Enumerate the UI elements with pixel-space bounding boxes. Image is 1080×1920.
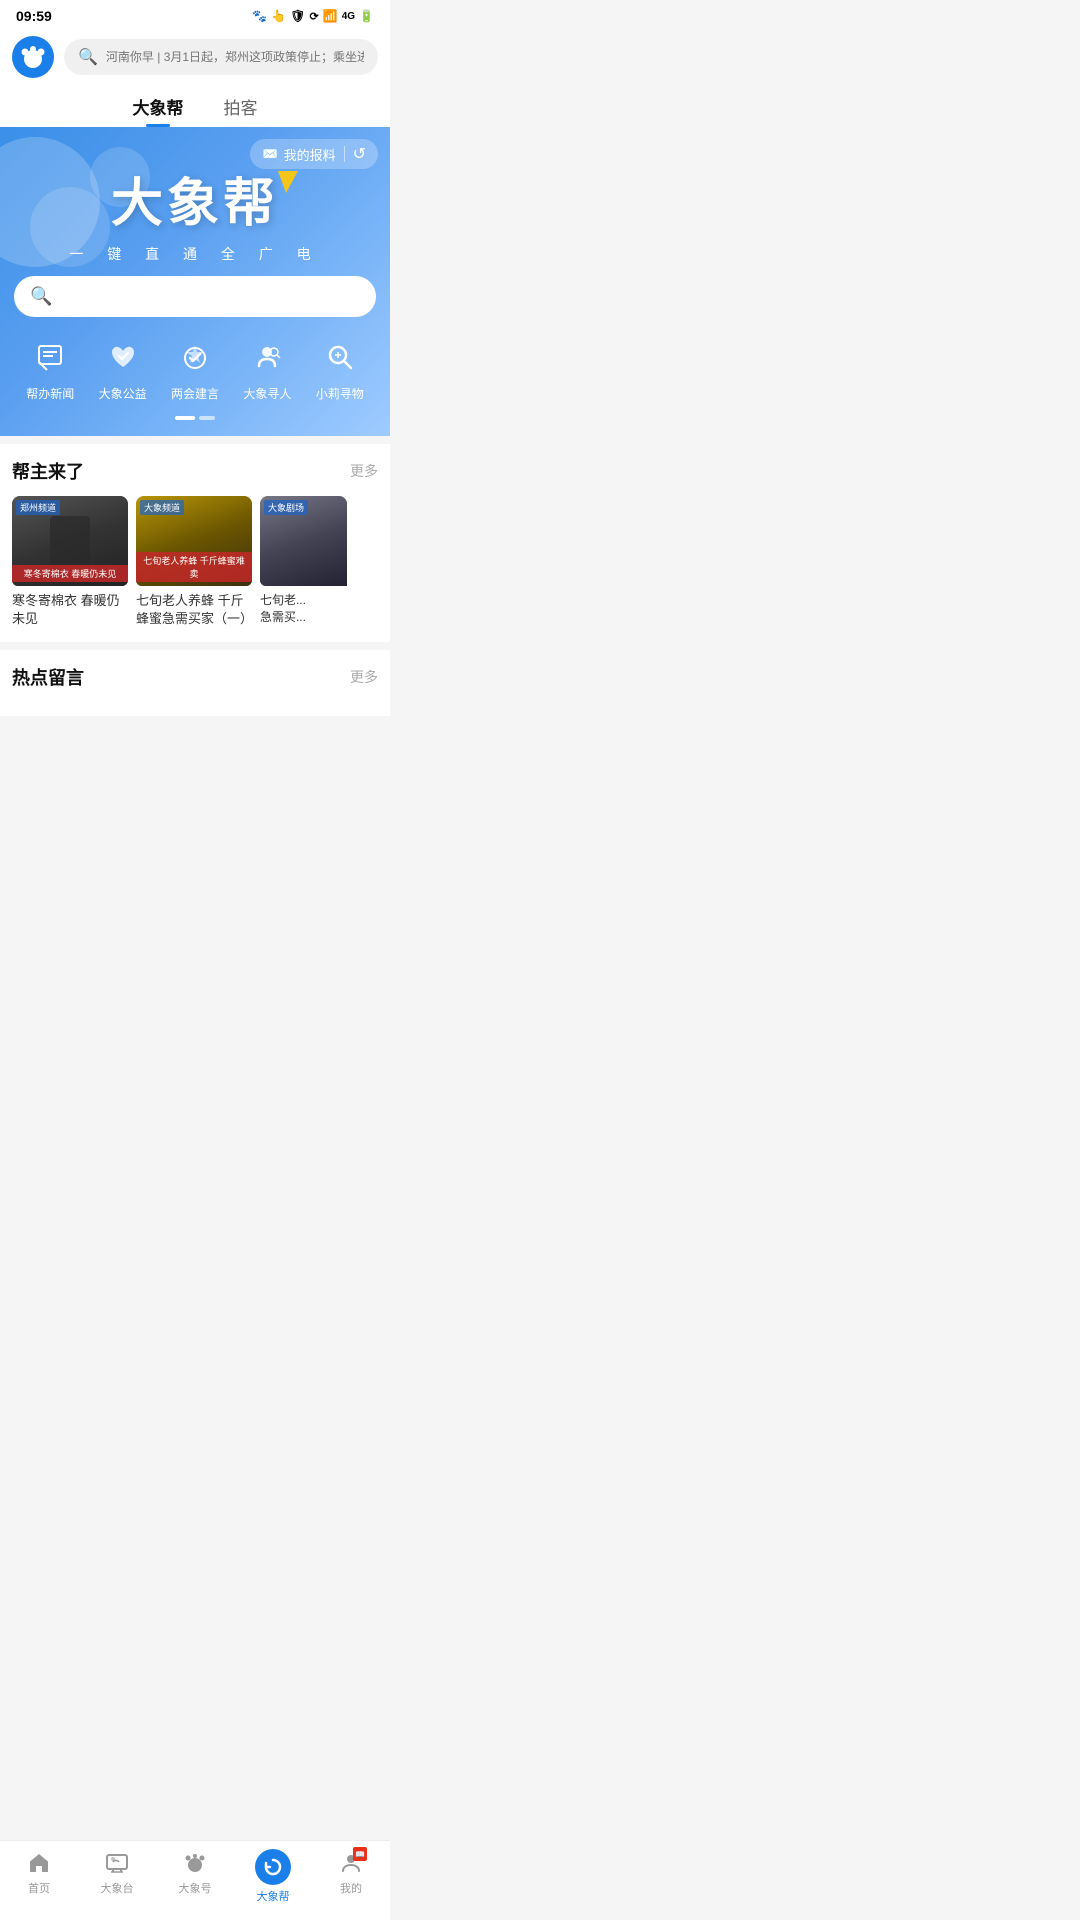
service-label-5: 小莉寻物 xyxy=(316,385,364,402)
card-3-image: 大象剧场 xyxy=(260,496,348,586)
header: 🔍 xyxy=(0,28,390,86)
carousel-dots xyxy=(14,416,376,420)
service-daxiang-xunren[interactable]: 大象寻人 xyxy=(243,335,291,402)
search-input[interactable] xyxy=(106,50,364,64)
service-daxiang-gongyi[interactable]: 大象公益 xyxy=(99,335,147,402)
banner-title-area: 大象帮 xyxy=(14,141,376,244)
service-label-4: 大象寻人 xyxy=(243,385,291,402)
nav-home[interactable]: 首页 xyxy=(9,1849,69,1904)
notification-badge: 📖 xyxy=(353,1847,367,1861)
status-bar: 09:59 🐾 👆 🛡 ⟳ 📶 4G 🔋 xyxy=(0,0,390,28)
hotcomment-header: 热点留言 更多 xyxy=(12,664,378,690)
banner: ✉️ 我的报料 ↺ 大象帮 一 键 直 通 全 广 电 🔍 xyxy=(0,127,390,436)
search-icon: 🔍 xyxy=(78,47,98,67)
battery-icon: 🔋 xyxy=(359,9,374,23)
nav-daxiangtai-label: 大象台 xyxy=(101,1880,134,1896)
service-xiaoli-xunwu[interactable]: 小莉寻物 xyxy=(316,335,364,402)
card-1-text: 寒冬寄棉衣 春暖仍未见 xyxy=(12,586,128,628)
bangzhu-card-1[interactable]: 郑州频道 寒冬寄棉衣 春暖仍未见 寒冬寄棉衣 春暖仍未见 xyxy=(12,496,128,628)
card-1-image: 郑州频道 寒冬寄棉衣 春暖仍未见 xyxy=(12,496,128,586)
app-logo[interactable] xyxy=(12,36,54,78)
xunren-icon xyxy=(245,335,289,379)
station-badge-2: 大象频道 xyxy=(140,500,184,515)
user-nav-icon: 📖 xyxy=(337,1849,365,1877)
nav-home-label: 首页 xyxy=(28,1880,50,1896)
nav-wode-label: 我的 xyxy=(340,1880,362,1896)
xunwu-icon xyxy=(318,335,362,379)
bangzhu-cards: 郑州频道 寒冬寄棉衣 春暖仍未见 寒冬寄棉衣 春暖仍未见 大象频道 七旬老人养蜂… xyxy=(12,496,378,628)
nav-daxiangbang-label: 大象帮 xyxy=(257,1888,290,1904)
tv-icon xyxy=(103,1849,131,1877)
tab-paike[interactable]: 拍客 xyxy=(224,94,258,127)
card-2-image: 大象频道 七旬老人养蜂 千斤蜂蜜难卖 xyxy=(136,496,252,586)
banner-search-input[interactable] xyxy=(62,288,360,305)
tab-bangzhu[interactable]: 大象帮 xyxy=(133,94,184,127)
signal-icon: ⟳ xyxy=(310,10,319,23)
dot-2 xyxy=(199,416,215,420)
hotcomment-section: 热点留言 更多 xyxy=(0,650,390,716)
hotcomment-more[interactable]: 更多 xyxy=(350,667,378,687)
card-3-text: 七旬老...急需买... xyxy=(260,586,348,626)
nav-wode[interactable]: 📖 我的 xyxy=(321,1849,381,1904)
search-bar[interactable]: 🔍 xyxy=(64,39,378,75)
service-lianghui-jianyan[interactable]: 两会建言 xyxy=(171,335,219,402)
station-badge-1: 郑州频道 xyxy=(16,500,60,515)
dot-1 xyxy=(175,416,195,420)
bangzhu-card-3[interactable]: 大象剧场 七旬老...急需买... xyxy=(260,496,348,628)
bangzhu-more[interactable]: 更多 xyxy=(350,461,378,481)
network-icon: 4G xyxy=(342,11,355,22)
station-badge-3: 大象剧场 xyxy=(264,500,308,515)
home-icon xyxy=(25,1849,53,1877)
gongyi-icon xyxy=(101,335,145,379)
nav-daxianghao[interactable]: 大象号 xyxy=(165,1849,225,1904)
touch-icon: 👆 xyxy=(271,9,286,23)
paw-icon: 🐾 xyxy=(252,9,267,23)
tabs: 大象帮 拍客 xyxy=(0,86,390,127)
banner-subtitle: 一 键 直 通 全 广 电 xyxy=(14,244,376,264)
banner-search-icon: 🔍 xyxy=(30,286,52,307)
status-time: 09:59 xyxy=(16,8,52,24)
card-1-overlay: 寒冬寄棉衣 春暖仍未见 xyxy=(12,565,128,582)
service-label-2: 大象公益 xyxy=(99,385,147,402)
banner-search[interactable]: 🔍 xyxy=(14,276,376,317)
service-label-3: 两会建言 xyxy=(171,385,219,402)
card-2-text: 七旬老人养蜂 千斤蜂蜜急需买家（一） xyxy=(136,586,252,628)
jianyan-icon xyxy=(173,335,217,379)
banner-main-title: 大象帮 xyxy=(111,161,279,236)
wifi-icon: 📶 xyxy=(323,9,338,23)
services-grid: 帮办新闻 大象公益 两 xyxy=(14,331,376,406)
refresh-nav-icon xyxy=(255,1849,291,1885)
logo-paw-icon xyxy=(19,43,47,71)
bangban-icon xyxy=(28,335,72,379)
paw-nav-icon xyxy=(181,1849,209,1877)
service-label-1: 帮办新闻 xyxy=(26,385,74,402)
bangzhu-header: 帮主来了 更多 xyxy=(12,458,378,484)
bangzhu-card-2[interactable]: 大象频道 七旬老人养蜂 千斤蜂蜜难卖 七旬老人养蜂 千斤蜂蜜急需买家（一） xyxy=(136,496,252,628)
bottom-nav: 首页 大象台 大象号 xyxy=(0,1840,390,1920)
hotcomment-title: 热点留言 xyxy=(12,664,84,690)
security-icon: 🛡 xyxy=(290,9,305,23)
service-bangban-xinwen[interactable]: 帮办新闻 xyxy=(26,335,74,402)
nav-daxianghao-label: 大象号 xyxy=(179,1880,212,1896)
nav-daxiangtai[interactable]: 大象台 xyxy=(87,1849,147,1904)
status-icons: 🐾 👆 🛡 ⟳ 📶 4G 🔋 xyxy=(252,9,374,23)
card-2-overlay: 七旬老人养蜂 千斤蜂蜜难卖 xyxy=(136,552,252,582)
nav-daxiangbang[interactable]: 大象帮 xyxy=(243,1849,303,1904)
bangzhu-title: 帮主来了 xyxy=(12,458,84,484)
lightning-icon xyxy=(276,171,298,193)
bangzhu-section: 帮主来了 更多 郑州频道 寒冬寄棉衣 春暖仍未见 寒冬寄棉衣 春暖仍未见 xyxy=(0,444,390,642)
